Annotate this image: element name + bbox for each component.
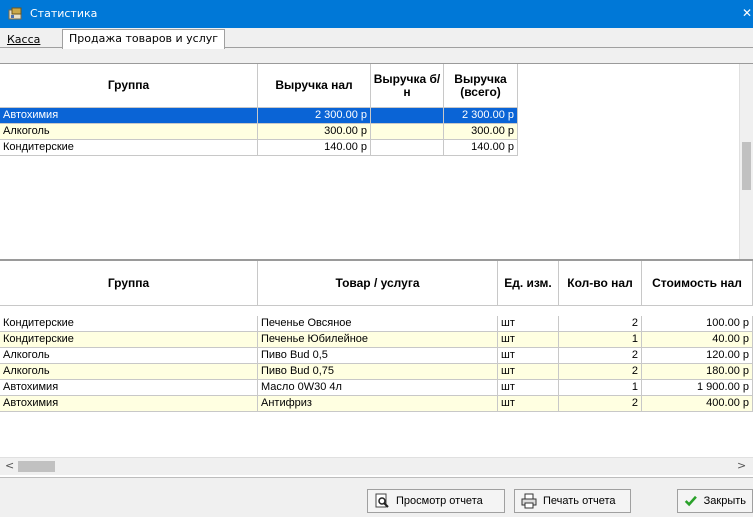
cell-group: Кондитерские (0, 316, 258, 332)
printer-icon (521, 493, 537, 509)
cell-cash: 2 300.00 р (258, 108, 371, 124)
cell-qty: 2 (559, 316, 642, 332)
header-item[interactable]: Товар / услуга (258, 261, 498, 306)
cell-unit: шт (498, 380, 559, 396)
header-noncash[interactable]: Выручка б/н (371, 64, 444, 108)
close-button[interactable]: Закрыть (677, 489, 753, 513)
cell-group: Автохимия (0, 396, 258, 412)
cell-qty: 2 (559, 364, 642, 380)
preview-icon (375, 493, 389, 508)
cell-group: Алкоголь (0, 124, 258, 140)
header-qty[interactable]: Кол-во нал (559, 261, 642, 306)
cell-cost: 400.00 р (642, 396, 753, 412)
cell-unit: шт (498, 332, 559, 348)
header-total[interactable]: Выручка (всего) (444, 64, 518, 108)
cell-cash: 140.00 р (258, 140, 371, 156)
groups-grid: Группа Выручка нал Выручка б/н Выручка (… (0, 63, 753, 260)
cell-unit: шт (498, 316, 559, 332)
scrollbar-thumb[interactable] (742, 142, 751, 190)
cell-cost: 120.00 р (642, 348, 753, 364)
tab-kassa[interactable]: Касса (2, 32, 45, 48)
preview-report-button[interactable]: Просмотр отчета (367, 489, 505, 513)
cell-cost: 40.00 р (642, 332, 753, 348)
app-icon (8, 7, 24, 21)
cell-group: Кондитерские (0, 332, 258, 348)
cell-unit: шт (498, 364, 559, 380)
tab-label: Касса (7, 33, 41, 46)
header-cost[interactable]: Стоимость нал (642, 261, 753, 306)
button-bar: Просмотр отчета Печать отчета Закрыть (0, 477, 753, 517)
cell-group: Алкоголь (0, 348, 258, 364)
close-window-icon[interactable]: ✕ (742, 6, 752, 20)
horizontal-scrollbar[interactable]: < > (0, 457, 753, 475)
cell-qty: 2 (559, 348, 642, 364)
checkmark-icon (684, 495, 697, 507)
cell-item: Пиво Bud 0,5 (258, 348, 498, 364)
cell-item: Масло 0W30 4л (258, 380, 498, 396)
button-label: Просмотр отчета (396, 495, 483, 507)
tab-label: Продажа товаров и услуг (69, 32, 219, 45)
cell-noncash (371, 124, 444, 140)
cell-group: Кондитерские (0, 140, 258, 156)
cell-unit: шт (498, 348, 559, 364)
header-cash[interactable]: Выручка нал (258, 64, 371, 108)
cell-group: Автохимия (0, 380, 258, 396)
header-group[interactable]: Группа (0, 64, 258, 108)
cell-total: 140.00 р (444, 140, 518, 156)
cell-qty: 1 (559, 380, 642, 396)
tab-strip: Касса Продажа товаров и услуг (0, 28, 753, 49)
cell-cost: 1 900.00 р (642, 380, 753, 396)
cell-noncash (371, 108, 444, 124)
cell-qty: 1 (559, 332, 642, 348)
cell-total: 2 300.00 р (444, 108, 518, 124)
window-titlebar: Статистика ✕ (0, 0, 753, 28)
items-grid: Группа Товар / услуга Ед. изм. Кол-во на… (0, 259, 753, 477)
cell-cash: 300.00 р (258, 124, 371, 140)
cell-item: Антифриз (258, 396, 498, 412)
button-label: Закрыть (703, 495, 746, 507)
scroll-right-icon[interactable]: > (737, 459, 746, 472)
cell-item: Печенье Юбилейное (258, 332, 498, 348)
button-label: Печать отчета (543, 495, 616, 507)
cell-item: Печенье Овсяное (258, 316, 498, 332)
window-title: Статистика (30, 7, 98, 20)
cell-qty: 2 (559, 396, 642, 412)
cell-group: Автохимия (0, 108, 258, 124)
scrollbar-thumb[interactable] (18, 461, 55, 472)
cell-cost: 180.00 р (642, 364, 753, 380)
header-group[interactable]: Группа (0, 261, 258, 306)
cell-group: Алкоголь (0, 364, 258, 380)
header-unit[interactable]: Ед. изм. (498, 261, 559, 306)
cell-total: 300.00 р (444, 124, 518, 140)
cell-item: Пиво Bud 0,75 (258, 364, 498, 380)
print-report-button[interactable]: Печать отчета (514, 489, 631, 513)
cell-noncash (371, 140, 444, 156)
scroll-left-icon[interactable]: < (5, 459, 14, 472)
cell-unit: шт (498, 396, 559, 412)
vertical-scrollbar[interactable] (739, 64, 753, 260)
cell-cost: 100.00 р (642, 316, 753, 332)
tab-sales[interactable]: Продажа товаров и услуг (62, 29, 226, 49)
